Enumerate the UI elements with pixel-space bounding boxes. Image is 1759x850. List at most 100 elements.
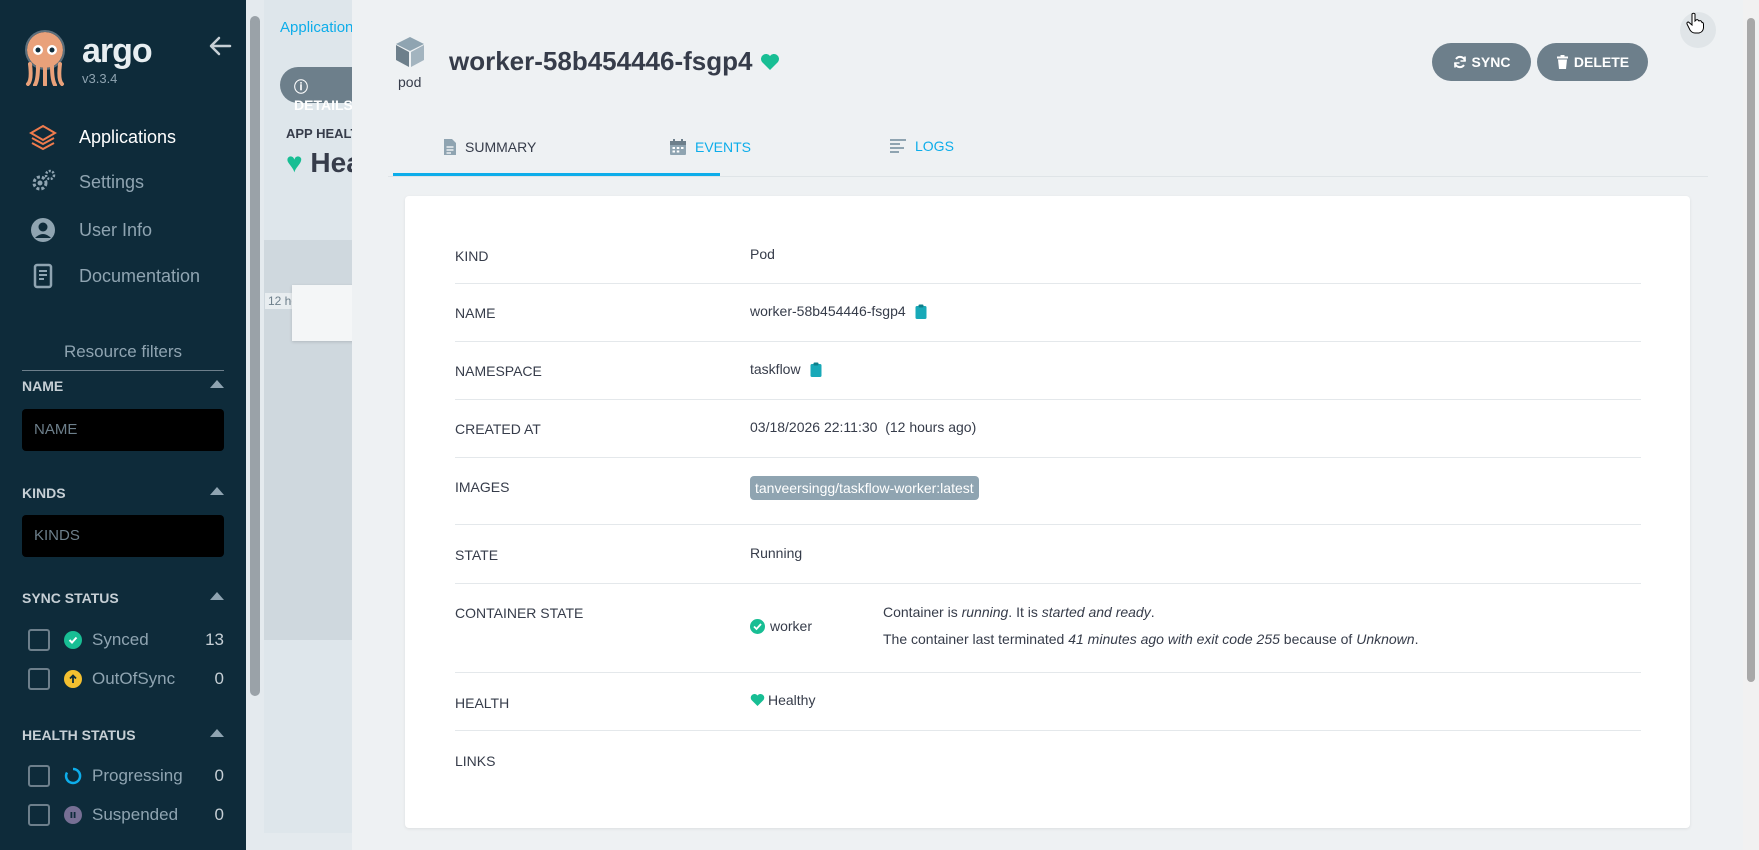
nav-item-applications[interactable]: Applications bbox=[28, 122, 176, 152]
nav-item-documentation[interactable]: Documentation bbox=[28, 261, 200, 291]
background-hscrollbar[interactable] bbox=[246, 833, 352, 850]
panel-scrollbar[interactable] bbox=[1743, 0, 1759, 850]
gears-icon bbox=[28, 167, 58, 197]
layers-icon bbox=[28, 122, 58, 152]
image-tag: tanveersingg/taskflow-worker:latest bbox=[750, 476, 979, 500]
filter-synced[interactable]: Synced 13 bbox=[28, 629, 224, 651]
scrollbar-thumb[interactable] bbox=[250, 16, 260, 696]
row-created-at: CREATED AT 03/18/2026 22:11:30 (12 hours… bbox=[455, 400, 1641, 458]
user-circle-icon bbox=[28, 215, 58, 245]
field-value: Running bbox=[750, 545, 803, 561]
nav-item-user-info[interactable]: User Info bbox=[28, 215, 152, 245]
tab-logs[interactable]: LOGS bbox=[889, 138, 954, 154]
scrollbar-thumb[interactable] bbox=[1747, 18, 1755, 682]
nav-item-label: Settings bbox=[79, 171, 145, 192]
tab-summary[interactable]: SUMMARY bbox=[443, 138, 536, 156]
filter-label: SYNC STATUS bbox=[22, 590, 119, 606]
filter-suspended[interactable]: Suspended 0 bbox=[28, 804, 224, 826]
filter-count: 0 bbox=[214, 766, 224, 785]
sidebar: argo v3.3.4 Applications Settings User I… bbox=[0, 0, 246, 850]
resource-filters-title: Resource filters bbox=[22, 342, 224, 371]
row-name: NAME worker-58b454446-fsgp4 bbox=[455, 284, 1641, 342]
checkbox[interactable] bbox=[28, 629, 50, 651]
row-state: STATE Running bbox=[455, 525, 1641, 584]
resource-details-panel: pod worker-58b454446-fsgp4 SYNC DELETE S… bbox=[352, 0, 1743, 850]
filter-progressing[interactable]: Progressing 0 bbox=[28, 765, 224, 787]
field-key: CREATED AT bbox=[455, 421, 541, 437]
nav-item-label: User Info bbox=[79, 219, 153, 240]
name-value: worker-58b454446-fsgp4 bbox=[750, 303, 906, 319]
row-container-state: CONTAINER STATE worker Container is runn… bbox=[455, 584, 1641, 673]
details-button-label: DETAILS bbox=[294, 97, 353, 113]
caret-up-icon[interactable] bbox=[210, 380, 224, 388]
arrow-up-circle-icon bbox=[64, 670, 82, 688]
tab-events[interactable]: EVENTS bbox=[669, 138, 751, 156]
kind-icon-label: pod bbox=[398, 74, 422, 90]
text-segment: The container last terminated bbox=[883, 631, 1069, 647]
row-kind: KIND Pod bbox=[455, 226, 1641, 284]
filter-label: NAME bbox=[22, 378, 64, 394]
field-value: worker-58b454446-fsgp4 bbox=[750, 303, 927, 319]
sync-button[interactable]: SYNC bbox=[1432, 43, 1531, 81]
delete-button[interactable]: DELETE bbox=[1537, 43, 1648, 81]
checkbox[interactable] bbox=[28, 765, 50, 787]
tab-label: SUMMARY bbox=[465, 139, 537, 155]
text-segment: Container is bbox=[883, 604, 962, 620]
row-images: IMAGES tanveersingg/taskflow-worker:late… bbox=[455, 458, 1641, 525]
clipboard-icon[interactable] bbox=[915, 304, 927, 319]
delete-button-label: DELETE bbox=[1573, 54, 1630, 70]
field-value: Healthy bbox=[750, 692, 815, 708]
container-status-line-1: Container is running. It is started and … bbox=[883, 604, 1155, 620]
filter-label: KINDS bbox=[22, 485, 66, 501]
health-value: Healthy bbox=[768, 692, 816, 708]
nav-item-label: Documentation bbox=[79, 265, 201, 286]
filter-option-label: Synced bbox=[92, 630, 149, 649]
checkbox[interactable] bbox=[28, 804, 50, 826]
name-filter-header[interactable]: NAME bbox=[22, 378, 224, 394]
check-circle-icon bbox=[64, 631, 82, 649]
health-status-filter-header[interactable]: HEALTH STATUS bbox=[22, 727, 224, 743]
summary-card: KIND Pod NAME worker-58b454446-fsgp4 NAM… bbox=[405, 196, 1690, 828]
container-status-line-2: The container last terminated 41 minutes… bbox=[883, 631, 1418, 647]
breadcrumb[interactable]: Applications bbox=[280, 19, 361, 36]
field-key: NAME bbox=[455, 305, 496, 321]
argo-logo[interactable] bbox=[20, 28, 70, 86]
text-segment: started and ready bbox=[1041, 604, 1151, 620]
row-namespace: NAMESPACE taskflow bbox=[455, 342, 1641, 400]
kinds-filter-header[interactable]: KINDS bbox=[22, 485, 224, 501]
field-value: tanveersingg/taskflow-worker:latest bbox=[750, 476, 979, 500]
container-name: worker bbox=[750, 618, 812, 634]
pause-circle-icon bbox=[64, 806, 82, 824]
clipboard-icon[interactable] bbox=[810, 362, 822, 377]
filter-count: 13 bbox=[205, 630, 224, 649]
cube-icon bbox=[396, 37, 424, 67]
kinds-filter-input[interactable]: KINDS bbox=[22, 515, 224, 557]
field-value: taskflow bbox=[750, 361, 822, 377]
caret-up-icon[interactable] bbox=[210, 592, 224, 600]
tab-label: LOGS bbox=[915, 138, 954, 154]
file-icon bbox=[444, 139, 456, 155]
row-health: HEALTH Healthy bbox=[455, 673, 1641, 731]
field-key: IMAGES bbox=[455, 479, 510, 495]
field-key: LINKS bbox=[455, 753, 496, 769]
text-segment: 41 minutes ago with exit code 255 bbox=[1068, 631, 1280, 647]
row-links: LINKS bbox=[455, 731, 1641, 789]
nav-item-settings[interactable]: Settings bbox=[28, 167, 144, 197]
check-circle-icon bbox=[750, 618, 765, 634]
caret-up-icon[interactable] bbox=[210, 729, 224, 737]
nav-item-label: Applications bbox=[79, 126, 177, 147]
checkbox[interactable] bbox=[28, 668, 50, 690]
filter-option-label: Suspended bbox=[92, 805, 179, 824]
version-label: v3.3.4 bbox=[82, 71, 118, 86]
arrow-left-icon[interactable] bbox=[206, 32, 234, 60]
text-segment: . bbox=[1414, 631, 1419, 647]
logo-text: argo bbox=[82, 32, 153, 70]
name-filter-input[interactable]: NAME bbox=[22, 409, 224, 451]
sync-status-filter-header[interactable]: SYNC STATUS bbox=[22, 590, 224, 606]
filter-outofsync[interactable]: OutOfSync 0 bbox=[28, 668, 224, 690]
caret-up-icon[interactable] bbox=[210, 487, 224, 495]
resource-name: worker-58b454446-fsgp4 bbox=[449, 46, 753, 76]
active-tab-indicator bbox=[393, 173, 720, 176]
background-scrollbar[interactable] bbox=[246, 0, 264, 850]
field-key: HEALTH bbox=[455, 695, 510, 711]
